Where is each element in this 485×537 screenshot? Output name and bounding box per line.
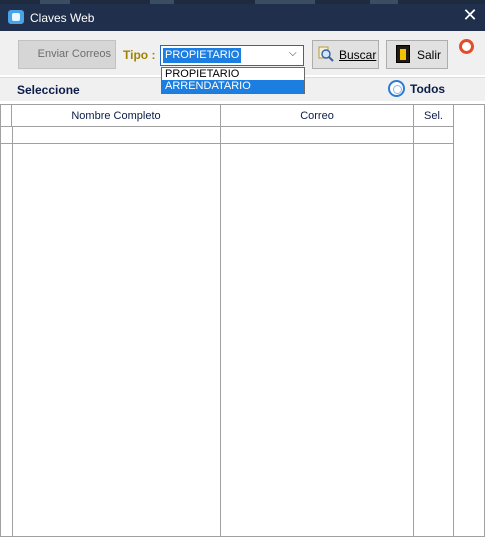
app-icon bbox=[8, 10, 24, 24]
close-button[interactable]: ✕ bbox=[457, 6, 483, 28]
window-title: Claves Web bbox=[30, 11, 95, 25]
table-row[interactable] bbox=[1, 143, 454, 144]
exit-door-icon bbox=[396, 45, 410, 63]
column-separator bbox=[413, 127, 414, 536]
chevron-down-icon: ⌵ bbox=[289, 48, 297, 59]
tipo-label: Tipo : bbox=[123, 48, 156, 62]
buscar-label: Buscar bbox=[339, 48, 377, 62]
help-lifebuoy-icon[interactable] bbox=[459, 39, 474, 54]
dropdown-option-arrendatario[interactable]: ARRENDATARIO bbox=[162, 80, 304, 93]
column-separator bbox=[220, 127, 221, 536]
search-icon bbox=[318, 46, 334, 62]
row-header-corner bbox=[1, 105, 12, 127]
enviar-correos-button[interactable]: Enviar Correos bbox=[18, 40, 116, 69]
tipo-select-value: PROPIETARIO bbox=[163, 48, 242, 63]
todos-label[interactable]: Todos bbox=[410, 82, 445, 96]
todos-radio[interactable] bbox=[388, 80, 405, 97]
column-separator bbox=[453, 127, 454, 536]
salir-label: Salir bbox=[417, 48, 442, 62]
column-separator bbox=[12, 127, 13, 536]
column-header-correo[interactable]: Correo bbox=[221, 105, 414, 127]
column-header-nombre[interactable]: Nombre Completo bbox=[12, 105, 221, 127]
tipo-select-arrow[interactable]: ⌵ bbox=[286, 46, 303, 65]
seleccione-label: Seleccione bbox=[17, 83, 80, 97]
close-icon: ✕ bbox=[462, 5, 478, 26]
column-header-sel[interactable]: Sel. bbox=[414, 105, 454, 127]
